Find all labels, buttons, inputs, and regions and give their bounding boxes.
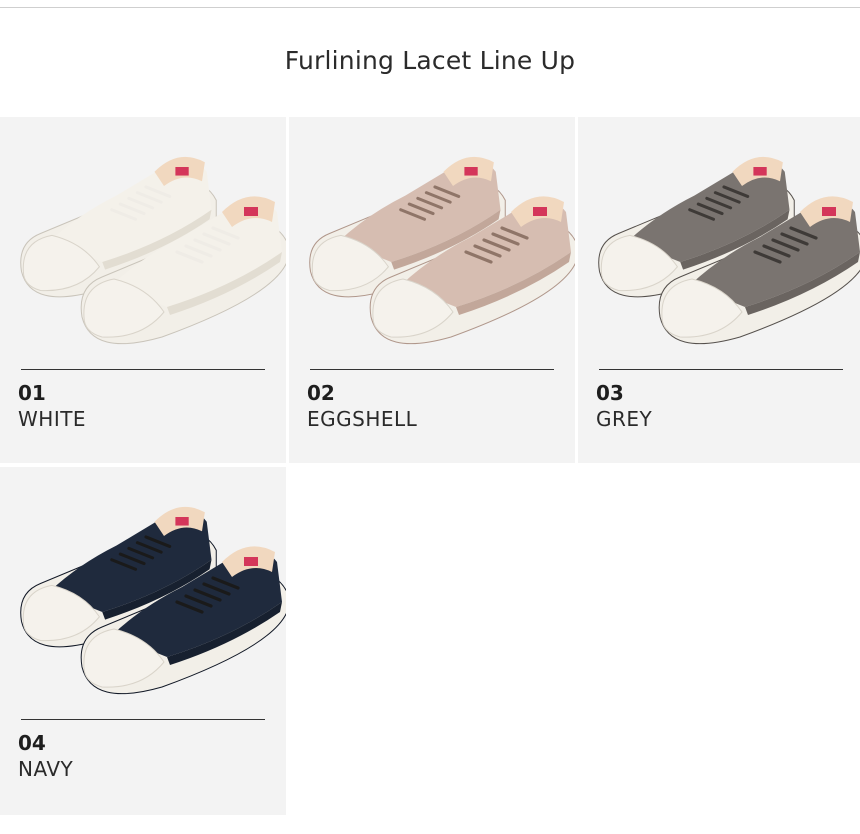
item-color-name: EGGSHELL [307, 407, 418, 431]
card-divider [599, 369, 843, 370]
top-divider [0, 7, 860, 8]
item-color-name: WHITE [18, 407, 87, 431]
product-card-navy[interactable]: 04 NAVY [0, 467, 286, 815]
product-card-grey[interactable]: 03 GREY [578, 117, 860, 463]
shoe-photo [598, 156, 860, 345]
item-number: 04 [18, 731, 46, 755]
shoe-photo [20, 506, 286, 695]
item-color-name: NAVY [18, 757, 74, 781]
product-card-eggshell[interactable]: 02 EGGSHELL [289, 117, 575, 463]
item-color-name: GREY [596, 407, 653, 431]
page-title: Furlining Lacet Line Up [284, 46, 576, 75]
card-divider [21, 719, 265, 720]
card-divider [310, 369, 554, 370]
item-number: 01 [18, 381, 46, 405]
card-divider [21, 369, 265, 370]
item-number: 03 [596, 381, 624, 405]
shoe-photo [309, 156, 575, 345]
shoe-photo [20, 156, 286, 345]
product-card-white[interactable]: 01 WHITE [0, 117, 286, 463]
item-number: 02 [307, 381, 335, 405]
